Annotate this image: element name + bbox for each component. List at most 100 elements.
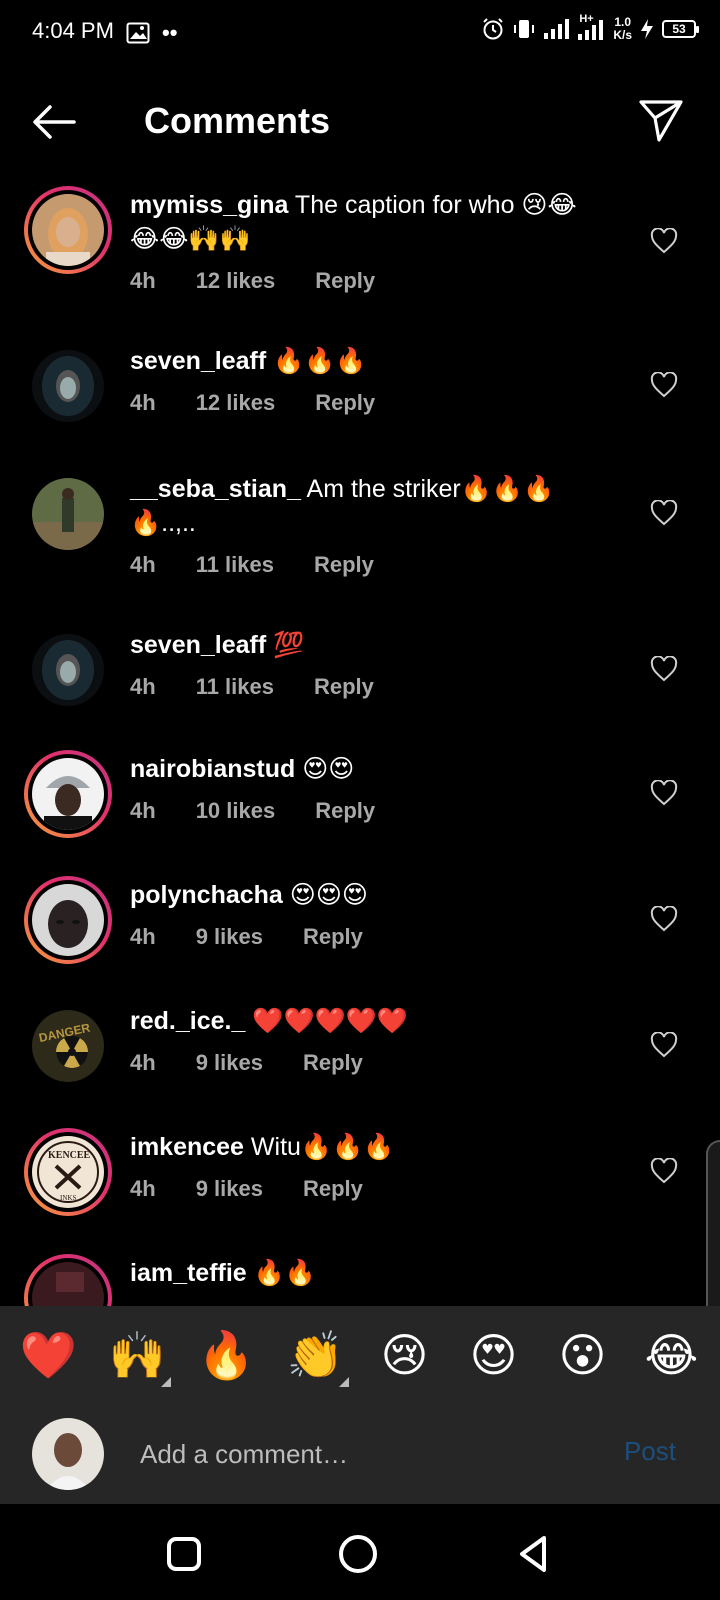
comment-likes[interactable]: 9 likes: [196, 1172, 263, 1206]
comment-body: iam_teffie 🔥🔥: [130, 1256, 600, 1290]
system-back-button[interactable]: [512, 1532, 556, 1576]
avatar-label: KENCEE: [48, 1150, 91, 1161]
signal-icon: [544, 19, 570, 39]
recents-button[interactable]: [162, 1532, 206, 1576]
comment-time: 4h: [130, 674, 156, 699]
comment-text: ❤️❤️❤️❤️❤️: [252, 1007, 408, 1035]
emoji-quick-bar: ❤️ 🙌 🔥 👏 😢 😍 😮 😂: [0, 1306, 720, 1404]
avatar-story-ring[interactable]: KENCEE INKS: [24, 1128, 112, 1216]
avatar: [32, 884, 104, 956]
heart-icon[interactable]: [650, 1158, 678, 1184]
paper-plane-icon: [639, 100, 683, 142]
comment-username[interactable]: seven_leaff: [130, 347, 266, 375]
comment-likes[interactable]: 9 likes: [196, 920, 263, 954]
comment-meta: 4h 10 likes Reply: [130, 794, 600, 828]
reply-button[interactable]: Reply: [315, 794, 375, 828]
reply-button[interactable]: Reply: [303, 920, 363, 954]
heart-icon[interactable]: [650, 228, 678, 254]
comment-likes[interactable]: 12 likes: [196, 386, 276, 420]
avatar-story-ring[interactable]: [24, 876, 112, 964]
comment-body: seven_leaff 💯 4h 11 likes Reply: [130, 628, 600, 704]
avatar-wrap[interactable]: [24, 470, 112, 558]
page-title: Comments: [144, 100, 331, 141]
avatar-wrap[interactable]: [24, 626, 112, 714]
reply-button[interactable]: Reply: [314, 548, 374, 582]
scroll-handle[interactable]: [706, 1140, 720, 1320]
reply-button[interactable]: Reply: [303, 1172, 363, 1206]
comment-text: 😍😍😍: [289, 881, 368, 909]
post-button[interactable]: Post: [624, 1436, 676, 1467]
comment-time: 4h: [130, 798, 156, 823]
heart-icon[interactable]: [650, 500, 678, 526]
emoji-surprised-button[interactable]: 😮: [548, 1328, 618, 1382]
heart-icon[interactable]: [650, 1032, 678, 1058]
avatar-story-ring[interactable]: [24, 1254, 112, 1306]
battery-indicator: 53: [662, 20, 699, 38]
emoji-heart-eyes-button[interactable]: 😍: [459, 1328, 529, 1382]
reply-button[interactable]: Reply: [303, 1046, 363, 1080]
comment-input[interactable]: [140, 1434, 580, 1474]
reply-button[interactable]: Reply: [314, 670, 374, 704]
comment-body: mymiss_gina The caption for who 😢😂😂😂🙌🙌 4…: [130, 188, 600, 298]
heart-icon[interactable]: [650, 656, 678, 682]
emoji-laughing-button[interactable]: 😂: [637, 1328, 707, 1382]
emoji-fire-button[interactable]: 🔥: [192, 1328, 262, 1383]
comment-text: Witu🔥🔥🔥: [250, 1133, 395, 1161]
comment-composer: Post: [0, 1404, 720, 1504]
comment-username[interactable]: red._ice._: [130, 1007, 245, 1035]
avatar-wrap[interactable]: DANGER: [24, 1002, 112, 1090]
home-button[interactable]: [336, 1532, 380, 1576]
comment-username[interactable]: imkencee: [130, 1133, 244, 1161]
avatar: [32, 634, 104, 706]
comment-meta: 4h 12 likes Reply: [130, 386, 600, 420]
comments-list[interactable]: mymiss_gina The caption for who 😢😂😂😂🙌🙌 4…: [0, 172, 720, 1306]
heart-icon[interactable]: [650, 780, 678, 806]
comment-time: 4h: [130, 924, 156, 949]
comment-username[interactable]: mymiss_gina: [130, 191, 288, 219]
avatar-wrap[interactable]: [24, 342, 112, 430]
arrow-left-icon: [33, 105, 76, 139]
comment-likes[interactable]: 10 likes: [196, 794, 276, 828]
comment-likes[interactable]: 11 likes: [196, 670, 274, 704]
avatar-sublabel: INKS: [60, 1194, 76, 1202]
skin-tone-indicator: [338, 1376, 349, 1387]
avatar-story-ring[interactable]: [24, 186, 112, 274]
emoji-heart-button[interactable]: ❤️: [14, 1328, 84, 1383]
comment-likes[interactable]: 12 likes: [196, 264, 276, 298]
emoji-crying-button[interactable]: 😢: [370, 1328, 440, 1382]
status-bar: 4:04 PM •• H+ 1.0 K/s 53: [0, 0, 720, 64]
comment-meta: 4h 12 likes Reply: [130, 264, 600, 298]
triangle-back-icon: [520, 1536, 546, 1572]
comment-body: __seba_stian_ Am the striker🔥🔥🔥🔥..,.. 4h…: [130, 472, 600, 582]
avatar: DANGER: [32, 1010, 104, 1082]
share-button[interactable]: [638, 98, 684, 144]
comment-username[interactable]: iam_teffie: [130, 1259, 247, 1287]
status-dots: ••: [162, 20, 178, 45]
comment-likes[interactable]: 11 likes: [196, 548, 274, 582]
comment-meta: 4h 9 likes Reply: [130, 920, 600, 954]
avatar: [32, 1262, 104, 1306]
heart-icon[interactable]: [650, 372, 678, 398]
heart-icon[interactable]: [650, 906, 678, 932]
comment-username[interactable]: polynchacha: [130, 881, 283, 909]
back-button[interactable]: [30, 102, 78, 142]
reply-button[interactable]: Reply: [315, 264, 375, 298]
comment-meta: 4h 11 likes Reply: [130, 670, 600, 704]
comment-likes[interactable]: 9 likes: [196, 1046, 263, 1080]
comment-time: 4h: [130, 552, 156, 577]
emoji-clap-button[interactable]: 👏: [281, 1328, 351, 1387]
emoji-raising-hands-button[interactable]: 🙌: [103, 1328, 173, 1387]
comment-body: polynchacha 😍😍😍 4h 9 likes Reply: [130, 878, 600, 954]
system-nav-bar: [0, 1504, 720, 1600]
avatar-story-ring[interactable]: [24, 750, 112, 838]
skin-tone-indicator: [160, 1376, 171, 1387]
network-speed: 1.0 K/s: [613, 15, 632, 42]
comment-username[interactable]: nairobianstud: [130, 755, 295, 783]
signal-h-icon: H+: [577, 13, 605, 41]
comment-username[interactable]: seven_leaff: [130, 631, 266, 659]
comment-time: 4h: [130, 390, 156, 415]
comment-text: 🔥🔥🔥: [273, 347, 367, 375]
comment-time: 4h: [130, 1176, 156, 1201]
comment-username[interactable]: __seba_stian_: [130, 475, 301, 503]
reply-button[interactable]: Reply: [315, 386, 375, 420]
